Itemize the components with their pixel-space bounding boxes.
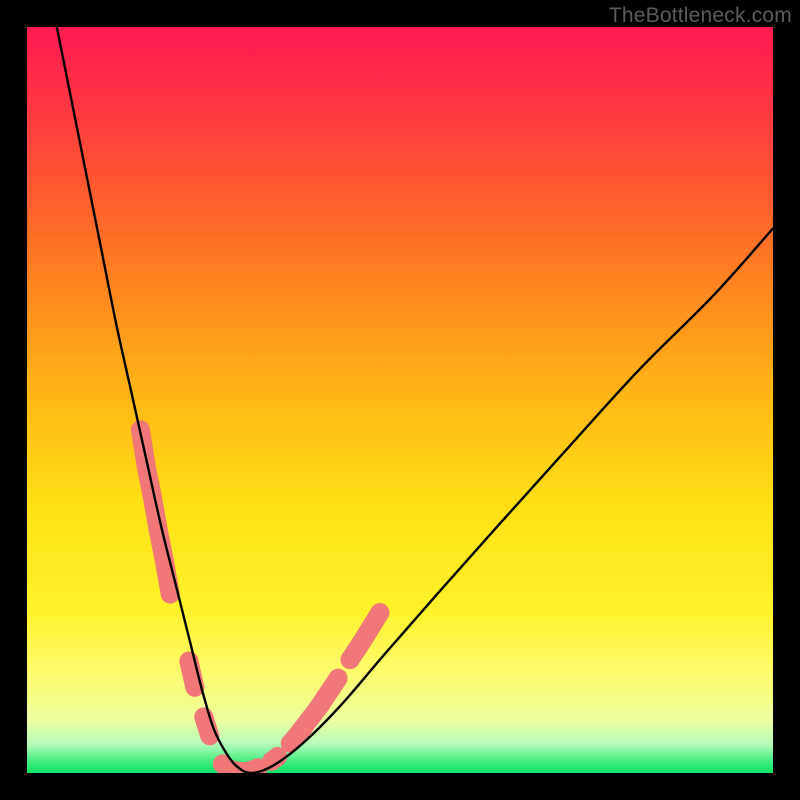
watermark-text: TheBottleneck.com <box>609 4 792 28</box>
curve-layer <box>27 27 773 773</box>
chart-frame: TheBottleneck.com <box>0 0 800 800</box>
highlight-markers <box>131 420 389 773</box>
marker-dot <box>370 603 389 622</box>
bottleneck-curve <box>57 27 773 773</box>
marker-dot <box>329 669 348 688</box>
plot-area <box>27 27 773 773</box>
